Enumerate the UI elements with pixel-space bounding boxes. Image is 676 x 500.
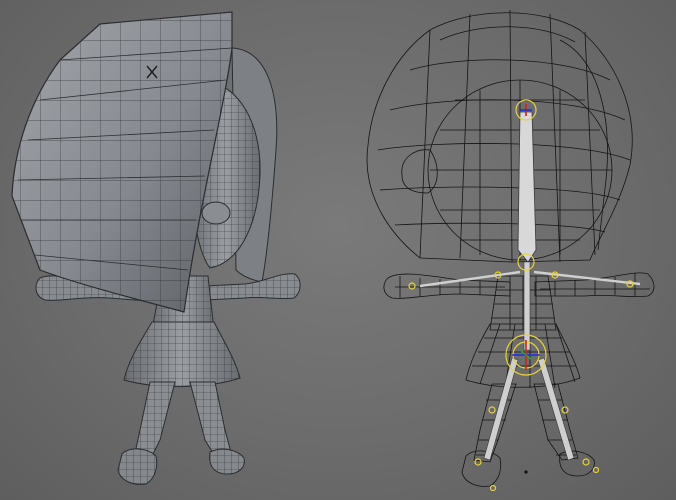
- toe-joint-left[interactable]: [489, 484, 497, 492]
- viewport-canvas[interactable]: [0, 0, 676, 500]
- leg-bone-right[interactable]: [537, 357, 575, 461]
- toe-joint-right[interactable]: [592, 466, 600, 474]
- solid-shaded-model[interactable]: [11, 11, 301, 485]
- 3d-viewport[interactable]: [0, 0, 676, 500]
- ear-mesh: [201, 201, 231, 225]
- ankle-joint-left[interactable]: [474, 458, 482, 466]
- arm-left-wireframe: [383, 273, 511, 299]
- knee-joint-left[interactable]: [488, 406, 496, 414]
- foot-left-wireframe: [461, 450, 502, 487]
- ankle-joint-right[interactable]: [582, 458, 590, 466]
- neck-bone[interactable]: [517, 111, 537, 263]
- spine-bone[interactable]: [523, 261, 531, 351]
- wrist-joint-left[interactable]: [408, 282, 416, 290]
- wireframe-rigged-model[interactable]: [366, 9, 655, 487]
